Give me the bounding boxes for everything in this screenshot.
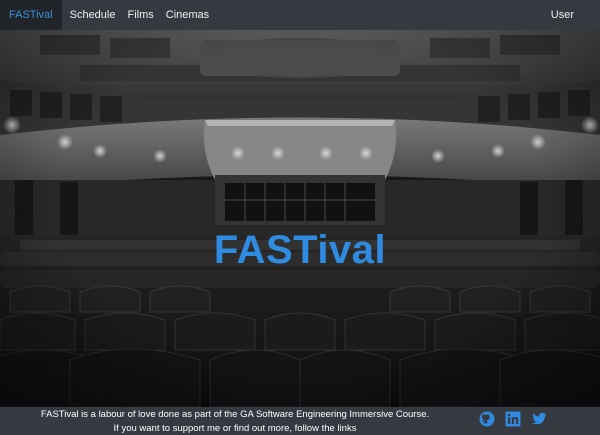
nav-user-menu[interactable]: User xyxy=(551,9,574,21)
hero-section: FASTival xyxy=(0,30,600,407)
github-icon[interactable] xyxy=(479,411,495,427)
theatre-background-image xyxy=(0,30,600,407)
footer: FASTival is a labour of love done as par… xyxy=(0,407,600,435)
footer-text-line1: FASTival is a labour of love done as par… xyxy=(40,409,430,420)
footer-social-links xyxy=(479,411,547,427)
page: FASTival Schedule Films Cinemas User FAS… xyxy=(0,0,600,435)
twitter-icon[interactable] xyxy=(531,411,547,427)
navbar: FASTival Schedule Films Cinemas User xyxy=(0,0,600,30)
nav-link-cinemas[interactable]: Cinemas xyxy=(166,9,209,21)
nav-brand-link[interactable]: FASTival xyxy=(0,0,62,30)
nav-link-schedule[interactable]: Schedule xyxy=(70,9,116,21)
footer-text-line2: If you want to support me or find out mo… xyxy=(113,423,357,434)
linkedin-icon[interactable] xyxy=(505,411,521,427)
hero-title: FASTival xyxy=(213,228,387,272)
nav-link-films[interactable]: Films xyxy=(127,9,153,21)
